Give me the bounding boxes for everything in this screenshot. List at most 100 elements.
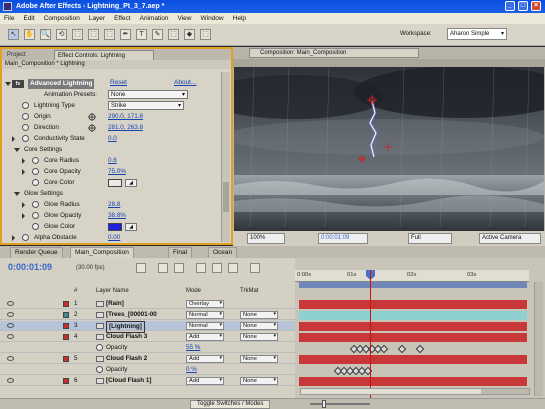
time-ruler[interactable]: 0:00s 01s 02s 03s [295, 270, 529, 282]
workspace-dropdown[interactable]: Aharon Simple [447, 28, 507, 40]
layer-row[interactable]: 5 Cloud Flash 2 Add None [0, 354, 295, 364]
layer-name[interactable]: [Rain] [106, 299, 124, 309]
layer-duration-bar[interactable] [299, 322, 527, 331]
conductivity-value[interactable]: 0.0 [108, 134, 117, 144]
twirl-icon[interactable] [22, 202, 25, 208]
tab-project[interactable]: Project [4, 50, 29, 60]
direction-value[interactable]: 281.0, 263.8 [108, 123, 143, 133]
blend-mode-dropdown[interactable]: Add [186, 377, 224, 385]
keyframe[interactable] [415, 344, 425, 354]
effect-controls-scrollbar[interactable] [221, 72, 230, 242]
pan-behind-tool-icon[interactable]: ⬚ [88, 29, 99, 40]
property-value[interactable]: 0 % [186, 365, 197, 375]
menu-view[interactable]: View [178, 13, 192, 24]
lightning-type-dropdown[interactable]: Strike [108, 101, 184, 110]
core-radius-value[interactable]: 0.6 [108, 156, 117, 166]
core-settings-group[interactable]: Core Settings [4, 145, 214, 155]
layer-row[interactable]: 4 Cloud Flash 3 Add None [0, 332, 295, 342]
property-value[interactable]: 55 % [186, 343, 200, 353]
layer-duration-bar[interactable] [299, 333, 527, 342]
crosshair-icon[interactable] [88, 124, 96, 132]
eye-icon[interactable] [7, 312, 14, 317]
close-button[interactable]: × [531, 1, 541, 11]
timeline-timecode[interactable]: 0:00:01:09 [8, 262, 52, 272]
eraser-tool-icon[interactable]: ◆ [184, 29, 195, 40]
eyedropper-icon[interactable]: ◢ [125, 179, 137, 187]
layer-row[interactable]: 6 [Cloud Flash 1] Add None [0, 376, 295, 386]
eye-icon[interactable] [7, 334, 14, 339]
stopwatch-icon[interactable] [32, 179, 39, 186]
stopwatch-icon[interactable] [22, 135, 29, 142]
reset-link[interactable]: Reset [110, 79, 127, 86]
time-navigator-scrollbar[interactable] [300, 388, 530, 395]
menu-effect[interactable]: Effect [114, 13, 131, 24]
crosshair-icon[interactable] [88, 113, 96, 121]
menu-composition[interactable]: Composition [44, 13, 80, 24]
menu-animation[interactable]: Animation [140, 13, 169, 24]
layer-name[interactable]: [Cloud Flash 1] [106, 376, 151, 386]
glow-opacity-value[interactable]: 38.8% [108, 211, 126, 221]
twirl-icon[interactable] [12, 235, 15, 241]
scrollbar-thumb[interactable] [223, 182, 229, 212]
stopwatch-icon[interactable] [96, 344, 103, 351]
timeline-zoom-slider[interactable] [310, 400, 370, 408]
about-link[interactable]: About... [174, 79, 196, 86]
menu-help[interactable]: Help [233, 13, 246, 24]
mask-tool-icon[interactable]: ⬚ [104, 29, 115, 40]
label-color-swatch[interactable] [63, 334, 69, 340]
twirl-icon[interactable] [12, 136, 15, 142]
graph-editor-icon[interactable] [250, 263, 260, 273]
zoom-tool-icon[interactable]: 🔍 [40, 29, 51, 40]
eye-icon[interactable] [7, 378, 14, 383]
blend-mode-dropdown[interactable]: Normal [186, 322, 224, 330]
puppet-tool-icon[interactable]: ⬚ [200, 29, 211, 40]
layer-name[interactable]: Cloud Flash 3 [106, 332, 147, 342]
brainstorm-icon[interactable] [228, 263, 238, 273]
draft-3d-icon[interactable] [158, 263, 168, 273]
track-matte-dropdown[interactable]: None [240, 377, 278, 385]
property-row[interactable]: Opacity 55 % [0, 343, 295, 353]
layer-row[interactable]: 1 [Rain] Overlay [0, 299, 295, 309]
tab-render-queue[interactable]: Render Queue [10, 247, 63, 258]
layer-row[interactable]: 2 [Trees_[00001-00 Normal None [0, 310, 295, 320]
label-color-swatch[interactable] [63, 356, 69, 362]
origin-value[interactable]: 290.0, 171.8 [108, 112, 143, 122]
layer-duration-bar[interactable] [299, 300, 527, 309]
tab-composition[interactable]: Composition: Main_Composition [249, 48, 419, 58]
stopwatch-icon[interactable] [32, 157, 39, 164]
eye-icon[interactable] [7, 323, 14, 328]
menu-layer[interactable]: Layer [89, 13, 105, 24]
maximize-button[interactable]: □ [518, 1, 528, 11]
twirl-icon[interactable] [22, 158, 25, 164]
rotation-tool-icon[interactable]: ⟲ [56, 29, 67, 40]
stopwatch-icon[interactable] [22, 102, 29, 109]
glow-radius-value[interactable]: 28.8 [108, 200, 120, 210]
comp-timecode[interactable]: 0:00:01:09 [318, 233, 368, 244]
menu-file[interactable]: File [4, 13, 14, 24]
zoom-dropdown[interactable]: 100% [247, 233, 285, 244]
scrollbar-thumb[interactable] [301, 389, 481, 394]
eyedropper-icon[interactable]: ◢ [125, 223, 137, 231]
label-color-swatch[interactable] [63, 323, 69, 329]
time-graph[interactable]: 0:00s 01s 02s 03s [295, 258, 545, 409]
core-opacity-value[interactable]: 75.0% [108, 167, 126, 177]
eye-icon[interactable] [7, 356, 14, 361]
selection-tool-icon[interactable]: ↖ [8, 29, 19, 40]
stopwatch-icon[interactable] [32, 201, 39, 208]
hand-tool-icon[interactable]: ✋ [24, 29, 35, 40]
twirl-icon[interactable] [22, 213, 25, 219]
keyframe[interactable] [379, 344, 389, 354]
track-matte-dropdown[interactable]: None [240, 355, 278, 363]
label-color-swatch[interactable] [63, 312, 69, 318]
fx-toggle-icon[interactable]: fx [12, 80, 24, 88]
stopwatch-icon[interactable] [32, 168, 39, 175]
blend-mode-dropdown[interactable]: Add [186, 355, 224, 363]
layer-name[interactable]: [Trees_[00001-00 [106, 310, 157, 320]
layer-duration-bar[interactable] [299, 355, 527, 364]
animation-presets-dropdown[interactable]: None [108, 90, 188, 99]
tab-main-composition[interactable]: Main_Composition [70, 247, 134, 258]
menu-window[interactable]: Window [201, 13, 224, 24]
clone-stamp-tool-icon[interactable]: ⬚ [168, 29, 179, 40]
track-matte-dropdown[interactable]: None [240, 322, 278, 330]
timeline-scrollbar[interactable] [534, 282, 543, 396]
